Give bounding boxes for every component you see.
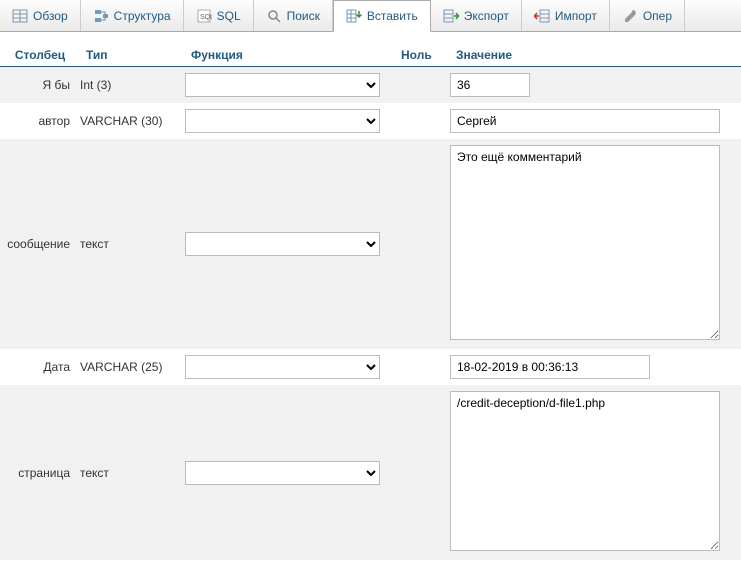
column-type: текст: [80, 237, 185, 251]
tab-structure[interactable]: Структура: [81, 0, 184, 31]
value-textarea[interactable]: [450, 391, 720, 551]
search-icon: [266, 8, 282, 24]
field-row-message: сообщение текст: [0, 139, 741, 349]
tab-label: Обзор: [33, 9, 68, 23]
tab-search[interactable]: Поиск: [254, 0, 333, 31]
field-row-page: страница текст: [0, 385, 741, 560]
column-type: Int (3): [80, 78, 185, 92]
tab-label: Структура: [114, 9, 171, 23]
column-type: VARCHAR (30): [80, 114, 185, 128]
svg-text:SQL: SQL: [200, 14, 212, 21]
tab-label: SQL: [217, 9, 241, 23]
column-name: страница: [0, 466, 80, 480]
function-select[interactable]: [185, 109, 380, 133]
column-type: текст: [80, 466, 185, 480]
column-name: автор: [0, 114, 80, 128]
function-select[interactable]: [185, 461, 380, 485]
function-select[interactable]: [185, 355, 380, 379]
column-name: сообщение: [0, 237, 80, 251]
tab-label: Экспорт: [464, 9, 509, 23]
value-input[interactable]: [450, 355, 650, 379]
field-row-author: автор VARCHAR (30): [0, 103, 741, 139]
value-textarea[interactable]: [450, 145, 720, 340]
insert-icon: [346, 8, 362, 24]
header-value[interactable]: Значение: [450, 44, 741, 66]
header-null: Ноль: [395, 44, 450, 66]
column-name: Я бы: [0, 78, 80, 92]
header-type[interactable]: Тип: [80, 44, 185, 66]
tab-import[interactable]: Импорт: [522, 0, 610, 31]
tab-label: Опер: [643, 9, 672, 23]
column-headers-row: Столбец Тип Функция Ноль Значение: [0, 44, 741, 67]
tab-export[interactable]: Экспорт: [431, 0, 522, 31]
tab-operations[interactable]: Опер: [610, 0, 685, 31]
value-input[interactable]: [450, 73, 530, 97]
tab-insert[interactable]: Вставить: [333, 0, 431, 32]
sql-icon: SQL: [196, 8, 212, 24]
tab-sql[interactable]: SQL SQL: [184, 0, 254, 31]
value-input[interactable]: [450, 109, 720, 133]
tab-label: Поиск: [287, 9, 320, 23]
function-select[interactable]: [185, 73, 380, 97]
structure-icon: [93, 8, 109, 24]
tab-bar: Обзор Структура SQL SQL Поиск Вставить Э…: [0, 0, 741, 32]
column-type: VARCHAR (25): [80, 360, 185, 374]
field-row-date: Дата VARCHAR (25): [0, 349, 741, 385]
export-icon: [443, 8, 459, 24]
header-column: Столбец: [0, 44, 80, 66]
header-function[interactable]: Функция: [185, 44, 395, 66]
import-icon: [534, 8, 550, 24]
function-select[interactable]: [185, 232, 380, 256]
column-name: Дата: [0, 360, 80, 374]
tab-browse[interactable]: Обзор: [0, 0, 81, 31]
tab-label: Импорт: [555, 9, 597, 23]
table-icon: [12, 8, 28, 24]
tab-label: Вставить: [367, 9, 418, 23]
wrench-icon: [622, 8, 638, 24]
field-row-id: Я бы Int (3): [0, 67, 741, 103]
